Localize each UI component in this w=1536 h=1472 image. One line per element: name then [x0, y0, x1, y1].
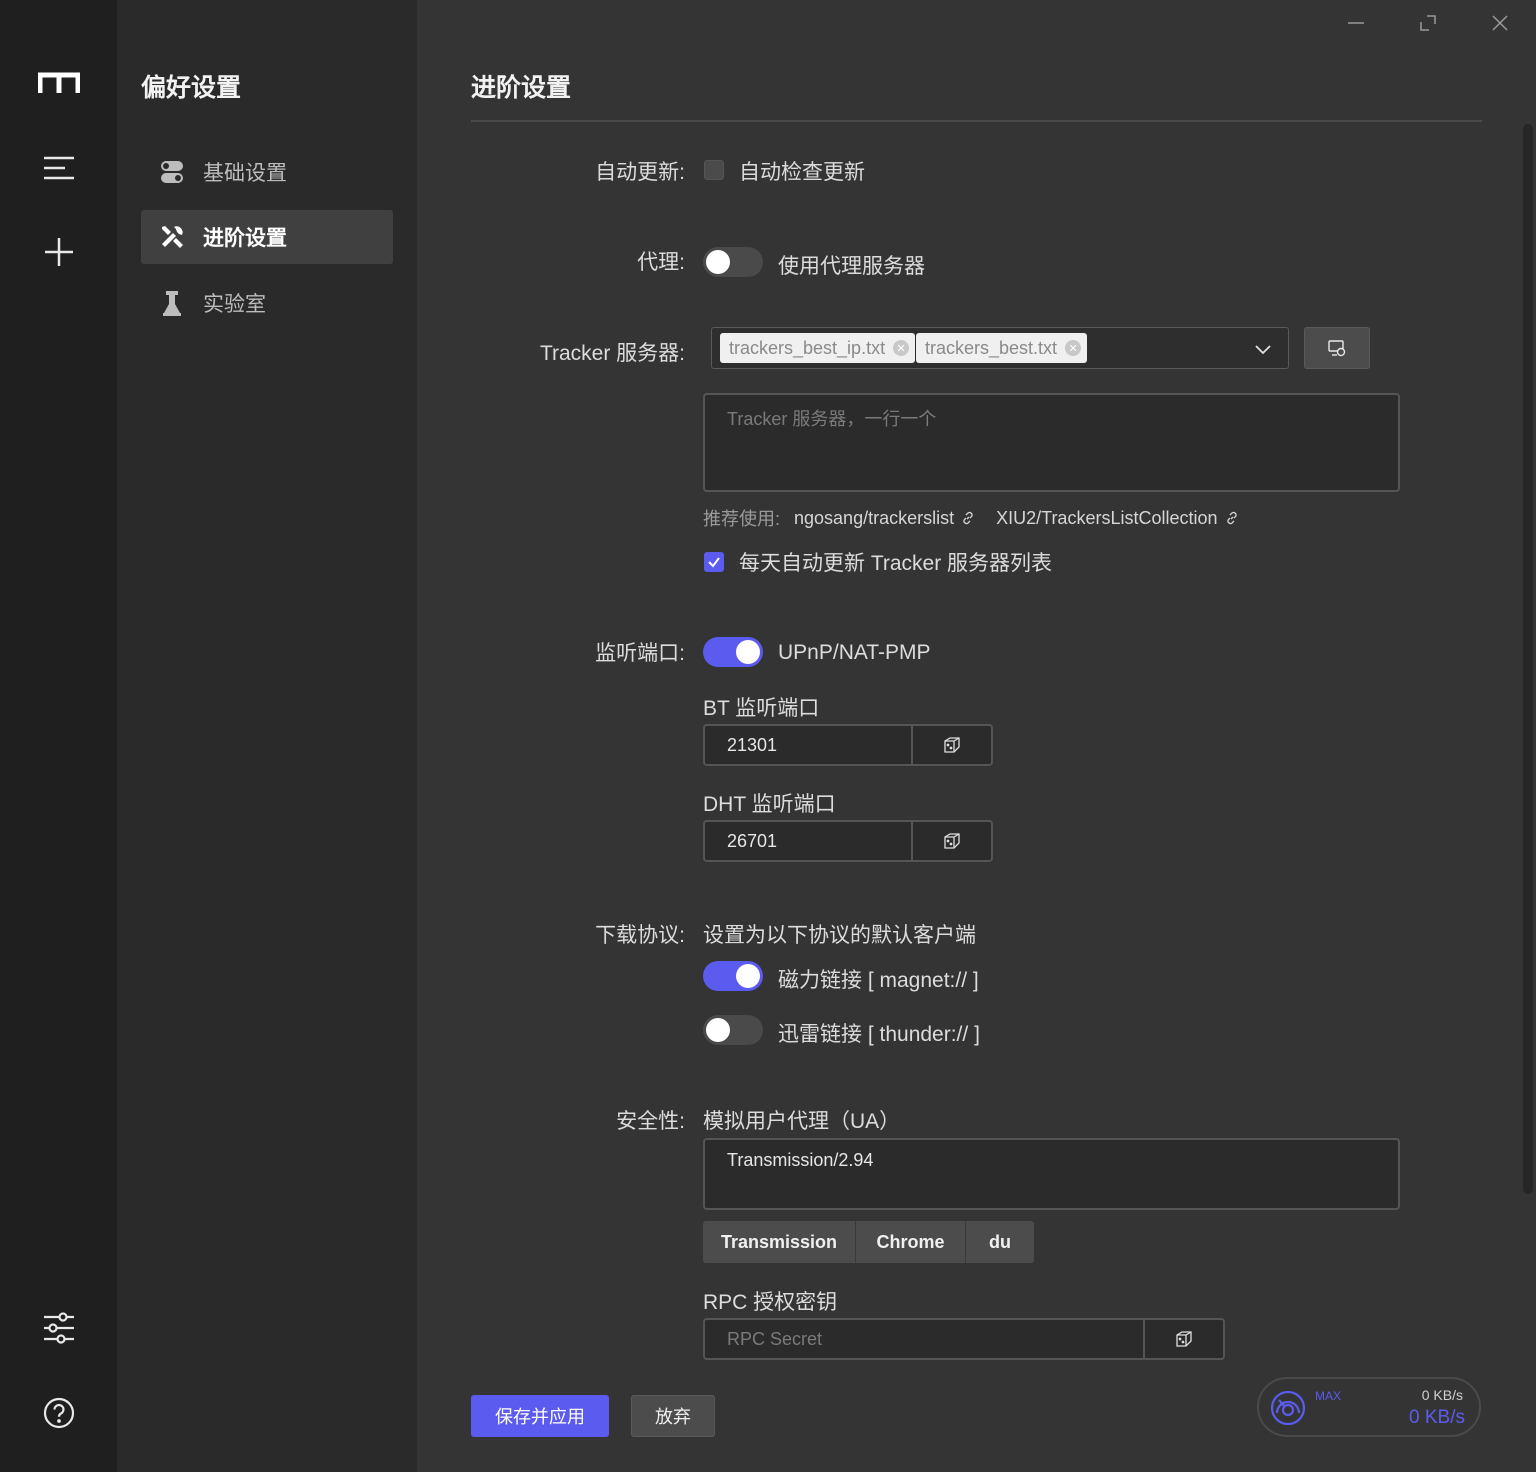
menu-icon[interactable] — [38, 147, 80, 189]
upnp-switch[interactable] — [703, 637, 763, 667]
tracker-tag: trackers_best_ip.txt ✕ — [720, 333, 916, 363]
auto-update-checkbox-label[interactable]: 自动检查更新 — [739, 156, 865, 186]
random-port-button[interactable] — [911, 822, 991, 860]
auto-sync-tracker-checkbox[interactable] — [704, 552, 724, 572]
dice-icon — [944, 833, 960, 849]
check-icon — [708, 557, 720, 568]
tracker-source-select[interactable]: trackers_best_ip.txt ✕ trackers_best.txt… — [711, 327, 1289, 369]
save-apply-button[interactable]: 保存并应用 — [471, 1395, 609, 1437]
auto-update-label: 自动更新: — [595, 161, 685, 184]
proxy-switch-label: 使用代理服务器 — [778, 255, 925, 278]
ua-label: 模拟用户代理（UA） — [703, 1110, 901, 1133]
upload-speed: 0 KB/s — [1421, 1387, 1463, 1403]
listen-port-label: 监听端口: — [595, 642, 685, 665]
sidebar-item-advanced[interactable]: 进阶设置 — [141, 210, 393, 264]
ua-preset-group: Transmission Chrome du — [703, 1221, 1034, 1263]
thunder-switch[interactable] — [703, 1015, 763, 1045]
thunder-label: 迅雷链接 [ thunder:// ] — [778, 1023, 980, 1046]
bt-port-input[interactable]: 21301 — [705, 726, 911, 764]
tag-remove-icon[interactable]: ✕ — [1065, 340, 1082, 356]
sidebar-item-label: 实验室 — [203, 293, 266, 316]
tracker-textarea[interactable]: Tracker 服务器，一行一个 — [703, 393, 1400, 492]
title-divider — [471, 120, 1482, 122]
protocol-description: 设置为以下协议的默认客户端 — [703, 924, 976, 947]
link-icon — [963, 511, 973, 525]
magnet-label: 磁力链接 [ magnet:// ] — [778, 969, 979, 992]
link-icon — [1226, 511, 1237, 525]
preferences-sidebar: 偏好设置 基础设置 进阶设置 实验室 — [117, 0, 417, 1472]
sliders-icon[interactable] — [38, 1307, 80, 1349]
speed-meter[interactable]: MAX 0 KB/s 0 KB/s — [1257, 1377, 1481, 1437]
ua-preset-chrome-button[interactable]: Chrome — [856, 1221, 966, 1263]
ua-textarea[interactable]: Transmission/2.94 — [703, 1138, 1400, 1210]
dice-icon — [1176, 1331, 1192, 1347]
upnp-label: UPnP/NAT-PMP — [778, 641, 931, 664]
chevron-down-icon[interactable] — [1254, 340, 1272, 363]
flask-icon — [159, 290, 185, 316]
help-icon[interactable] — [38, 1392, 80, 1434]
auto-update-checkbox[interactable] — [704, 160, 724, 180]
rpc-secret-input[interactable]: RPC Secret — [705, 1320, 1143, 1358]
tag-remove-icon[interactable]: ✕ — [893, 340, 910, 356]
rpc-secret-field[interactable]: RPC Secret — [703, 1318, 1225, 1360]
rpc-secret-label: RPC 授权密钥 — [703, 1291, 838, 1314]
proxy-switch[interactable] — [703, 247, 763, 277]
page-title: 进阶设置 — [471, 74, 572, 102]
sidebar-item-lab[interactable]: 实验室 — [141, 276, 393, 330]
sidebar-title: 偏好设置 — [141, 74, 242, 102]
random-port-button[interactable] — [911, 726, 991, 764]
tracker-tag: trackers_best.txt ✕ — [916, 333, 1088, 363]
tracker-recommendations: 推荐使用: ngosang/trackerslist XIU2/Trackers… — [703, 505, 1240, 531]
scrollbar[interactable] — [1523, 124, 1533, 1194]
download-speed: 0 KB/s — [1409, 1407, 1465, 1428]
sidebar-item-basic[interactable]: 基础设置 — [141, 145, 393, 199]
dht-port-label: DHT 监听端口 — [703, 793, 836, 816]
security-label: 安全性: — [616, 1110, 685, 1133]
link-trackerslist[interactable]: ngosang/trackerslist — [794, 508, 976, 529]
protocol-label: 下载协议: — [595, 924, 685, 947]
bt-port-field[interactable]: 21301 — [703, 724, 993, 766]
speed-limit-label: MAX — [1315, 1389, 1342, 1403]
toggles-icon — [159, 159, 185, 185]
tracker-label: Tracker 服务器: — [539, 342, 685, 365]
logo-icon[interactable] — [38, 62, 80, 104]
icon-rail — [0, 0, 117, 1472]
ua-preset-transmission-button[interactable]: Transmission — [703, 1221, 856, 1263]
sync-icon — [1328, 340, 1346, 357]
bt-port-label: BT 监听端口 — [703, 697, 820, 720]
dice-icon — [944, 737, 960, 753]
magnet-switch[interactable] — [703, 961, 763, 991]
dht-port-field[interactable]: 26701 — [703, 820, 993, 862]
advanced-settings-panel: 进阶设置 自动更新: 自动检查更新 代理: 使用代理服务器 Tracker 服务… — [417, 0, 1536, 1472]
tools-icon — [159, 224, 185, 250]
sync-tracker-button[interactable] — [1304, 327, 1370, 369]
proxy-label: 代理: — [637, 251, 685, 274]
dht-port-input[interactable]: 26701 — [705, 822, 911, 860]
auto-sync-tracker-label[interactable]: 每天自动更新 Tracker 服务器列表 — [739, 547, 1052, 577]
discard-button[interactable]: 放弃 — [631, 1395, 715, 1437]
add-icon[interactable] — [38, 231, 80, 273]
sidebar-item-label: 进阶设置 — [203, 227, 287, 250]
generate-secret-button[interactable] — [1143, 1320, 1223, 1358]
speedometer-icon — [1270, 1390, 1306, 1426]
sidebar-item-label: 基础设置 — [203, 162, 287, 185]
ua-preset-du-button[interactable]: du — [966, 1221, 1034, 1263]
link-trackerslistcollection[interactable]: XIU2/TrackersListCollection — [996, 508, 1239, 529]
